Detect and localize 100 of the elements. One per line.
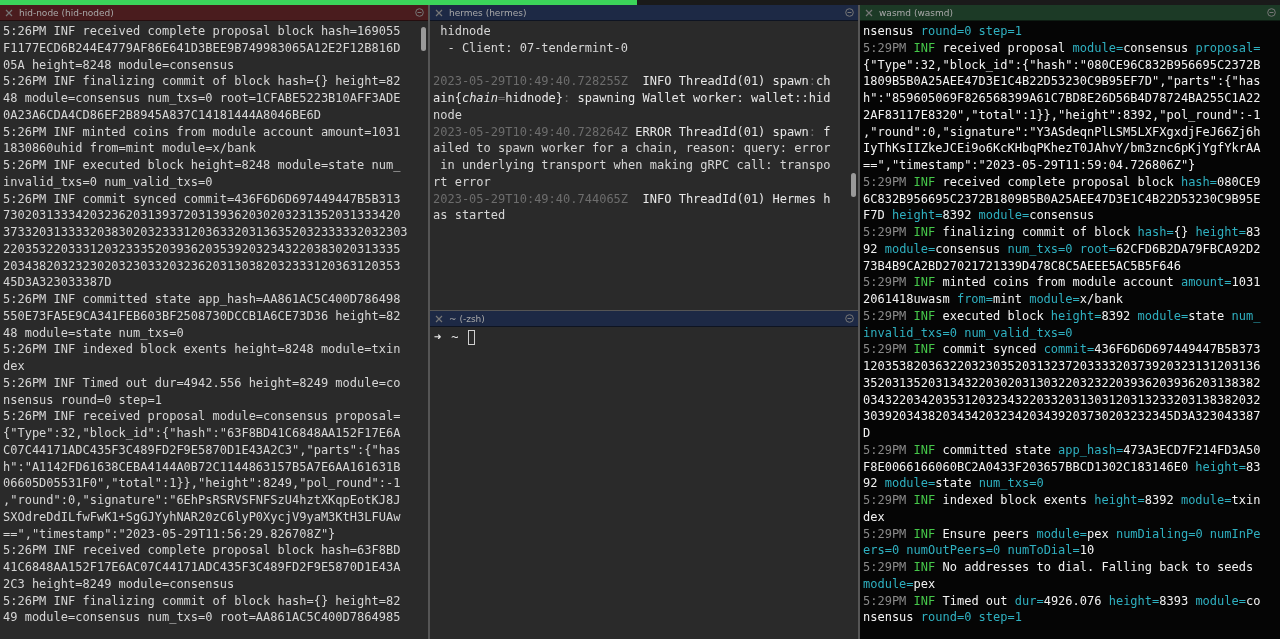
log-line: invalid_txs=0 num_valid_txs=0 <box>3 173 213 191</box>
close-icon[interactable] <box>5 8 13 17</box>
log-line: C07C44171ADC435F3C489FD2F9E5870D1E43A2C3","parts":{"has <box>3 441 401 459</box>
log-line: dex <box>863 508 885 526</box>
log-line: 2023-05-29T10:49:40.728264Z ERROR ThreadId(01) spawn: f <box>433 123 831 141</box>
scrollbar-thumb[interactable] <box>421 27 426 51</box>
log-line: 0A23A6CDA4CD86EF2B8945A837C14181444A8046BE6D <box>3 106 321 124</box>
prompt-path: ~ <box>451 329 459 346</box>
close-icon[interactable] <box>435 8 443 17</box>
log-line: 92 module=state num_txs=0 <box>863 475 1044 492</box>
log-line: node <box>433 106 462 124</box>
log-line: nsensus round=0 step=1 <box>863 23 1022 40</box>
log-line: 6C832B956695C2372B1809B5B0A25AEE47D3E1C4B22D53230C9B95E <box>863 190 1261 208</box>
log-line: {"Type":32,"block_id":{"hash":"080CE96C832B956695C2372B <box>863 56 1261 74</box>
log-line: 5:29PM INF executed block height=8392 module=state num_ <box>863 307 1261 325</box>
log-line: F7D height=8392 module=consensus <box>863 207 1095 224</box>
log-line: 5:26PM INF indexed block exents height=8248 module=txin <box>3 341 401 358</box>
pane-title: wasmd (wasmd) <box>879 7 954 18</box>
log-line: 48 module=state num_txs=0 <box>3 324 184 342</box>
log-line: - Client: 07-tendermint-0 <box>446 39 629 57</box>
log-line: ==","timestamp":"2023-05-29T11:56:29.826708Z"} <box>3 525 336 543</box>
prompt-arrow: ➜ <box>434 329 442 346</box>
log-line: 5:26PM INF committed state app_hash=AA861AC5C400D786498 <box>3 291 401 308</box>
log-line: 5:29PM INF Timed out dur=4926.076 height=8393 module=co <box>863 592 1261 610</box>
log-line: 1809B5B0A25AEE47D3E1C4B22D53230C9B95EF7D","parts":{"has <box>863 73 1261 90</box>
pane-title: hermes (hermes) <box>449 7 528 18</box>
log-line: rt error <box>433 173 491 191</box>
log-line: 3520313520313432203020313032203232203936203936203138382 <box>863 374 1261 392</box>
log-line: IyThKsIIZkeJCEi9o6KcKHbqPKhezT0JAhvY/bm3znc6pKjYgfYkrAA <box>863 140 1261 157</box>
log-line: 2023-05-29T10:49:40.728255Z INFO ThreadId(01) spawn:ch <box>433 73 831 90</box>
log-line: D <box>863 425 871 442</box>
log-line: as started <box>433 207 506 224</box>
log-line: 5:29PM INF received complete proposal block hash=080CE9 <box>863 173 1261 191</box>
text-cursor <box>468 329 476 345</box>
log-line: 5:29PM INF committed state app_hash=473A3ECD7F214FD3A50 <box>863 441 1261 459</box>
log-line: ,"round":0,"signature":"Y3ASdeqnPlLSM5LXFXgxdjFeJ66Zj6h <box>863 123 1261 141</box>
log-line: 2AF83117E8320","total":1}},"height":8392,"pol_round":-1 <box>863 106 1261 124</box>
log-line: 5:29PM INF finalizing commit of block hash={} height=83 <box>863 224 1261 241</box>
log-line: ,"round":0,"signature":"6EhPsRSRVSFNFSzU4hztXKqpEotKJ8J <box>3 492 401 509</box>
log-line: 5:26PM INF commit synced commit=436F6D6D697449447B5B313 <box>3 190 401 208</box>
log-line: 5:26PM INF executed block height=8248 module=state num_ <box>3 157 401 174</box>
log-line: 49 module=consensus num_txs=0 root=AA861AC5C400D7864985 <box>3 609 401 626</box>
log-line: nsensus round=0 step=1 <box>863 609 1022 626</box>
log-line: 550E73FA5E9CA341FEB603BF2508730DCCB1A6CE73D36 height=82 <box>3 307 401 325</box>
log-line: hidnode <box>439 23 491 40</box>
log-line: 7302031333420323620313937203139362030203231352031333420 <box>3 207 401 224</box>
log-line: 5:29PM INF indexed block exents height=8392 module=txin <box>863 492 1261 509</box>
log-line: ==","timestamp":"2023-05-29T11:59:04.726806Z"} <box>863 157 1196 174</box>
close-icon[interactable] <box>865 8 873 17</box>
log-line: 2C3 height=8249 module=consensus <box>3 575 235 593</box>
log-line: 2034382032323020323033203236203130382032333120363120353 <box>3 257 401 275</box>
log-line: 2203532203331203233352039362035392032343220383020313335 <box>3 240 401 258</box>
log-line: 5:26PM INF minted coins from module account amount=1031 <box>3 123 401 141</box>
log-line: 41C6848AA152F17E6AC07C44171ADC435F3C489FD2F9E5870D1E43A <box>3 559 401 576</box>
pane-title: hid-node (hid-noded) <box>19 7 115 18</box>
log-line: 45D3A323033387D <box>3 274 112 291</box>
log-line: 48 module=consensus num_txs=0 root=1CFABE5223B10AFF3ADE <box>3 90 401 107</box>
log-line: dex <box>3 358 25 375</box>
log-line: h":"859605069F826568399A61C7BD8E26D56B4D78724BA255C1A22 <box>863 90 1261 107</box>
minimize-icon[interactable] <box>845 314 854 323</box>
log-line: ers=0 numOutPeers=0 numToDial=10 <box>863 542 1095 559</box>
log-line: 92 module=consensus num_txs=0 root=62CFD6B2DA79FBCA92D2 <box>863 240 1261 258</box>
minimize-icon[interactable] <box>1267 8 1276 17</box>
log-line: SXOdreDdILfwFwK1+SgGJYyhNAR20zC6lyP0XycjV9yaM3KtH3LFUAw <box>3 508 401 526</box>
log-line: 5:26PM INF finalizing commit of block hash={} height=82 <box>3 592 401 610</box>
log-line: 5:29PM INF commit synced commit=436F6D6D697449447B5B373 <box>863 341 1261 358</box>
log-line: 0343220342035312032343220332031303120313233203138382032 <box>863 391 1261 409</box>
scrollbar-thumb[interactable] <box>851 173 856 197</box>
log-line: 2061418uwasm from=mint module=x/bank <box>863 291 1124 308</box>
log-line: 5:29PM INF minted coins from module account amount=1031 <box>863 274 1261 291</box>
log-line: 37332031333320383020323331203633203136352032333332032303 <box>3 224 408 241</box>
log-line: ain{chain=hidnode}: spawning Wallet worker: wallet::hid <box>433 90 831 107</box>
log-line: 5:26PM INF finalizing commit of block hash={} height=82 <box>3 73 401 90</box>
log-line: ailed to spawn worker for a chain, reason: query: error <box>433 140 831 157</box>
log-line: invalid_txs=0 num_valid_txs=0 <box>863 324 1073 342</box>
log-line: module=pex <box>863 575 936 593</box>
log-line: 5:26PM INF received complete proposal block hash=169055 <box>3 23 401 40</box>
log-line: {"Type":32,"block_id":{"hash":"63F8BD41C6848AA152F17E6A <box>3 425 401 442</box>
log-line: 5:26PM INF Timed out dur=4942.556 height=8249 module=co <box>3 374 401 392</box>
log-line: nsensus round=0 step=1 <box>3 391 162 409</box>
log-line: 05A height=8248 module=consensus <box>3 56 235 74</box>
log-line: 5:29PM INF received proposal module=consensus proposal= <box>863 39 1261 57</box>
log-line: F1177ECD6B244E4779AF86E641D3BEE9B749983065A12E2F12B816D <box>3 39 401 57</box>
pane-title: ~ (-zsh) <box>449 313 486 324</box>
log-line: in underlying transport when making gRPC call: transpo <box>439 157 831 174</box>
log-line: 1203538203632203230352031323720333320373920323131203136 <box>863 358 1261 375</box>
log-line: 06605D05531F0","total":1}},"height":8249,"pol_round":-1 <box>3 475 401 492</box>
log-line: 73B4B9CA2BD27021721339D478C8C5AEEE5AC5B5F646 <box>863 257 1181 275</box>
log-line: 3039203438203434203234203439203730203232345D3A323043387 <box>863 408 1261 425</box>
log-line: 1830860uhid from=mint module=x/bank <box>3 140 256 157</box>
minimize-icon[interactable] <box>845 8 854 17</box>
log-line: h":"A1142FD61638CEBA4144A0B72C1144863157B5A7E6AA161631B <box>3 458 401 476</box>
log-line: 5:26PM INF received proposal module=consensus proposal= <box>3 408 401 425</box>
log-line: 2023-05-29T10:49:40.744065Z INFO ThreadId(01) Hermes h <box>433 190 831 208</box>
log-line: 5:26PM INF received complete proposal block hash=63F8BD <box>3 542 401 559</box>
log-line: 5:29PM INF No addresses to dial. Falling back to seeds <box>863 559 1254 576</box>
close-icon[interactable] <box>435 314 443 323</box>
minimize-icon[interactable] <box>415 8 424 17</box>
log-line: F8E0066166060BC2A0433F203657BBCD1302C183146E0 height=83 <box>863 458 1261 476</box>
log-line: 5:29PM INF Ensure peers module=pex numDialing=0 numInPe <box>863 525 1261 543</box>
